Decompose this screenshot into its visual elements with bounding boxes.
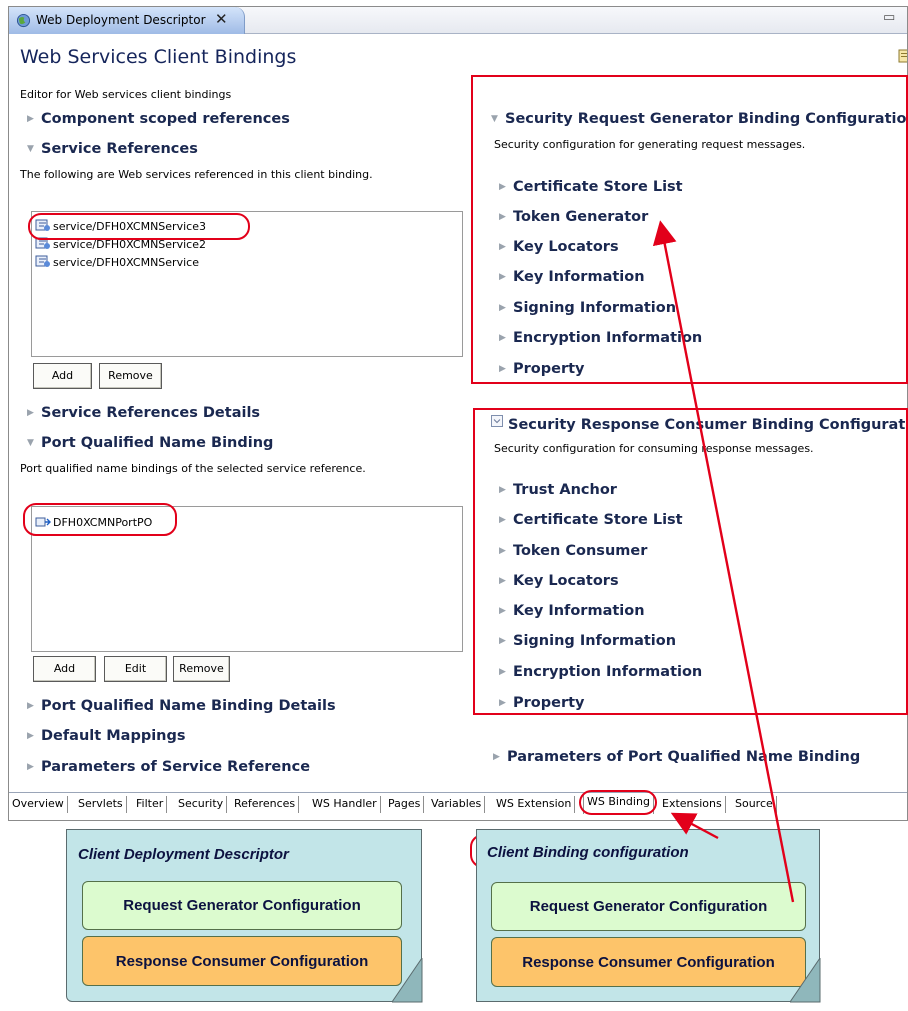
editor-description: Editor for Web services client bindings (20, 88, 232, 101)
editor-tab-bar: Web Deployment Descriptor ✕ ▭ (9, 7, 907, 34)
response-consumer-highlight (473, 408, 908, 715)
client-deployment-descriptor-note: Client Deployment Descriptor Request Gen… (66, 829, 422, 1002)
tab-pages[interactable]: Pages (385, 796, 425, 813)
collapsed-twistie-icon: ▶ (27, 731, 34, 741)
section-component-scoped-references[interactable]: ▶ Component scoped references (27, 111, 290, 127)
expanded-twistie-icon: ▼ (27, 144, 34, 154)
section-service-references-details[interactable]: ▶ Service References Details (27, 405, 260, 421)
section-title: Service References Details (41, 405, 261, 421)
remove-service-reference-button[interactable]: Remove (99, 363, 162, 389)
tab-security[interactable]: Security (175, 796, 228, 813)
list-item-label: service/DFH0XCMNService (53, 256, 199, 269)
response-consumer-card: Response Consumer Configuration (82, 936, 402, 986)
close-icon[interactable]: ✕ (215, 10, 228, 28)
port-selection-highlight (23, 503, 177, 536)
minimize-icon[interactable]: ▭ (883, 10, 895, 25)
collapsed-twistie-icon: ▶ (493, 752, 500, 762)
section-service-references[interactable]: ▼ Service References (27, 141, 198, 157)
tab-source[interactable]: Source (732, 796, 777, 813)
collapsed-twistie-icon: ▶ (27, 701, 34, 711)
add-port-binding-button[interactable]: Add (33, 656, 96, 682)
collapsed-twistie-icon: ▶ (27, 408, 34, 418)
edit-port-binding-button[interactable]: Edit (104, 656, 167, 682)
port-binding-description: Port qualified name bindings of the sele… (20, 462, 366, 475)
tab-servlets[interactable]: Servlets (75, 796, 127, 813)
list-item[interactable]: service/DFH0XCMNService (35, 255, 199, 269)
section-title: Parameters of Port Qualified Name Bindin… (507, 749, 861, 765)
tab-filter[interactable]: Filter (133, 796, 168, 813)
expanded-twistie-icon: ▼ (27, 438, 34, 448)
request-generator-card: Request Generator Configuration (491, 882, 806, 931)
collapsed-twistie-icon: ▶ (27, 114, 34, 124)
service-reference-icon (35, 255, 50, 267)
note-title: Client Deployment Descriptor (78, 846, 289, 863)
help-icon[interactable] (897, 48, 908, 64)
web-descriptor-icon (16, 13, 31, 28)
collapsed-twistie-icon: ▶ (27, 762, 34, 772)
tab-ws-handler[interactable]: WS Handler (309, 796, 381, 813)
remove-port-binding-button[interactable]: Remove (173, 656, 230, 682)
section-title: Port Qualified Name Binding Details (41, 698, 336, 714)
section-port-qualified-name-binding-details[interactable]: ▶ Port Qualified Name Binding Details (27, 698, 336, 714)
section-title: Default Mappings (41, 728, 186, 744)
tab-references[interactable]: References (231, 796, 300, 813)
service-references-description: The following are Web services reference… (20, 168, 373, 181)
section-title: Port Qualified Name Binding (41, 435, 274, 451)
tab-extensions[interactable]: Extensions (659, 796, 726, 813)
tab-overview[interactable]: Overview (9, 796, 68, 813)
section-title: Parameters of Service Reference (41, 759, 311, 775)
section-port-qualified-name-binding[interactable]: ▼ Port Qualified Name Binding (27, 435, 273, 451)
section-parameters-of-port-qualified-name-binding[interactable]: ▶ Parameters of Port Qualified Name Bindi… (493, 749, 860, 765)
section-parameters-of-service-reference[interactable]: ▶ Parameters of Service Reference (27, 759, 310, 775)
editor-tab-title: Web Deployment Descriptor (36, 13, 206, 27)
tab-ws-extension[interactable]: WS Extension (493, 796, 576, 813)
section-title: Component scoped references (41, 111, 290, 127)
ws-binding-tab-highlight (579, 790, 657, 815)
response-consumer-card: Response Consumer Configuration (491, 937, 806, 987)
request-generator-highlight (471, 75, 908, 384)
editor-page-tabs: Overview Servlets Filter Security Refere… (9, 792, 907, 814)
request-generator-card: Request Generator Configuration (82, 881, 402, 930)
note-fold-icon (790, 958, 821, 1003)
service-selection-highlight (28, 213, 250, 240)
section-title: Service References (41, 141, 198, 157)
add-service-reference-button[interactable]: Add (33, 363, 92, 389)
editor-tab[interactable]: Web Deployment Descriptor ✕ (9, 7, 245, 34)
page-title: Web Services Client Bindings (20, 46, 297, 68)
section-default-mappings[interactable]: ▶ Default Mappings (27, 728, 186, 744)
note-fold-icon (392, 958, 423, 1003)
note-title: Client Binding configuration (487, 844, 689, 861)
client-binding-configuration-note: Client Binding configuration Request Gen… (476, 829, 820, 1002)
tab-variables[interactable]: Variables (428, 796, 486, 813)
